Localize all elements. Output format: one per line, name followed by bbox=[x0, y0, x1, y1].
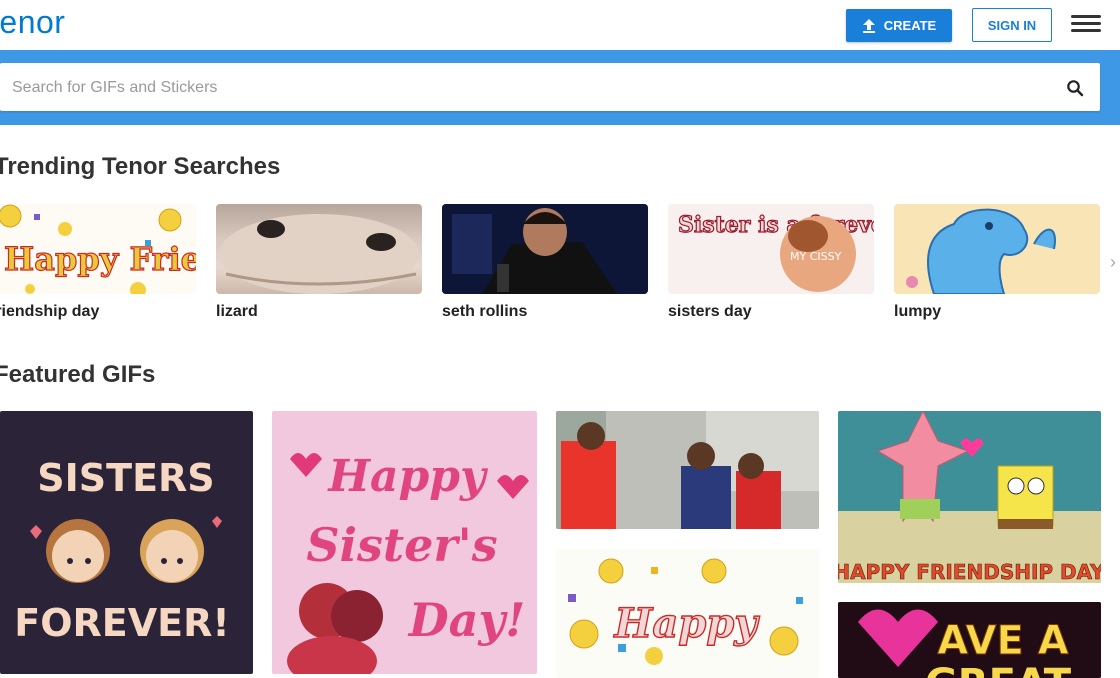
featured-section-title: Featured GIFs bbox=[0, 361, 156, 388]
trending-thumbnail bbox=[894, 204, 1100, 294]
search-input[interactable] bbox=[10, 63, 1044, 113]
svg-text:AVE A: AVE A bbox=[937, 618, 1068, 664]
tenor-logo[interactable]: tenor bbox=[0, 4, 65, 41]
trending-item-friendship-day[interactable]: Happy Friendship friendship day bbox=[0, 204, 196, 321]
chevron-right-icon[interactable]: › bbox=[1110, 252, 1116, 273]
gif-happy-friendship-day-patrick-spongebob[interactable]: HAPPY FRIENDSHIP DAY bbox=[838, 411, 1101, 583]
gif-happy-friendship-smileys[interactable]: Happy bbox=[556, 549, 819, 678]
trending-item-lizard[interactable]: lizard bbox=[216, 204, 422, 321]
trending-thumbnail: Happy Friendship bbox=[0, 204, 196, 294]
search-box bbox=[0, 63, 1100, 113]
sign-in-label: SIGN IN bbox=[987, 17, 1037, 33]
gif-sisters-forever[interactable]: SISTERS FOREVER! bbox=[0, 411, 253, 674]
trending-section-title: Trending Tenor Searches bbox=[0, 153, 281, 180]
gif-happy-sisters-day[interactable]: Happy Sister's Day! bbox=[272, 411, 537, 674]
top-bar: tenor CREATE SIGN IN bbox=[0, 0, 1120, 50]
trending-item-lumpy[interactable]: lumpy bbox=[894, 204, 1100, 321]
trending-thumbnail: Sister is a forever MY CISSY bbox=[668, 204, 874, 294]
svg-text:Sister's: Sister's bbox=[306, 518, 497, 572]
svg-text:HAPPY FRIENDSHIP DAY: HAPPY FRIENDSHIP DAY bbox=[838, 560, 1101, 583]
upload-icon bbox=[862, 18, 875, 33]
trending-item-label: lizard bbox=[216, 303, 258, 320]
trending-item-seth-rollins[interactable]: seth rollins bbox=[442, 204, 648, 321]
svg-text:GREAT: GREAT bbox=[925, 661, 1072, 678]
thumbnail-text: Happy Friendship bbox=[4, 240, 196, 278]
trending-item-label: friendship day bbox=[0, 303, 100, 320]
svg-text:MY CISSY: MY CISSY bbox=[790, 250, 842, 263]
trending-item-label: seth rollins bbox=[442, 303, 528, 320]
gif-have-a-great[interactable]: AVE A GREAT bbox=[838, 602, 1101, 678]
svg-text:Day!: Day! bbox=[407, 593, 526, 647]
create-button-label: CREATE bbox=[883, 18, 937, 33]
svg-text:FOREVER!: FOREVER! bbox=[14, 601, 229, 645]
hamburger-menu-icon[interactable] bbox=[1071, 15, 1101, 35]
svg-text:Happy: Happy bbox=[326, 451, 489, 502]
sign-in-button[interactable]: SIGN IN bbox=[972, 8, 1052, 42]
gif-comedy-scene[interactable] bbox=[556, 411, 819, 529]
search-band bbox=[0, 50, 1120, 125]
trending-thumbnail bbox=[216, 204, 422, 294]
create-button[interactable]: CREATE bbox=[846, 9, 952, 42]
svg-text:SISTERS: SISTERS bbox=[37, 456, 214, 500]
trending-thumbnail bbox=[442, 204, 648, 294]
trending-item-label: lumpy bbox=[894, 303, 942, 320]
search-icon[interactable] bbox=[1066, 79, 1084, 97]
svg-text:Happy: Happy bbox=[614, 600, 761, 647]
trending-item-label: sisters day bbox=[668, 303, 752, 320]
trending-item-sisters-day[interactable]: Sister is a forever MY CISSY sisters day bbox=[668, 204, 874, 321]
